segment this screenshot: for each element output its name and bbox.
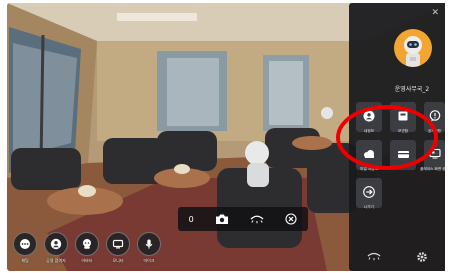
avatar-icon[interactable] — [75, 232, 99, 256]
avatar[interactable] — [394, 29, 432, 67]
tile-exit[interactable]: 나가기 — [356, 178, 382, 209]
camera-control-bar: 0 — [178, 207, 308, 231]
tile-label: 나가기 — [364, 205, 374, 209]
toolbar-label-chat: 채팅 — [21, 258, 29, 263]
participants-icon[interactable] — [44, 232, 68, 256]
toolbar-item-avatar[interactable]: 아바타 — [75, 232, 99, 264]
eye-hide-icon[interactable] — [250, 210, 264, 229]
toolbar-item-monitor[interactable]: 모니터 — [106, 232, 130, 264]
tile-label: 플레이스 화면 공유 — [420, 167, 449, 171]
close-menu-button[interactable]: ✕ — [431, 9, 439, 18]
gear-icon[interactable] — [416, 251, 428, 263]
toolbar-label-avatar: 아바타 — [81, 258, 93, 263]
toolbar-item-chat[interactable]: 채팅 — [13, 232, 37, 264]
exit-icon — [363, 183, 375, 202]
toolbar-item-microphone[interactable]: 마이크 — [137, 232, 161, 264]
toolbar-label-monitor: 모니터 — [112, 258, 124, 263]
camera-icon[interactable] — [215, 210, 229, 229]
toolbar-label-participants: 공명 참여자 — [46, 258, 66, 263]
chat-icon[interactable] — [13, 232, 37, 256]
astronaut-avatar-icon — [404, 36, 422, 67]
menu-footer — [349, 251, 445, 263]
bottom-toolbar: 채팅 공명 참여자 아바타 모니터 마이크 — [13, 232, 161, 264]
user-name: 운영사무국_2 — [394, 86, 430, 93]
toolbar-label-microphone: 마이크 — [143, 258, 155, 263]
microphone-icon[interactable] — [137, 232, 161, 256]
monitor-icon[interactable] — [106, 232, 130, 256]
toolbar-item-participants[interactable]: 공명 참여자 — [44, 232, 68, 264]
eye-hide-icon[interactable] — [367, 251, 381, 263]
capture-count: 0 — [188, 214, 194, 224]
highlight-circle — [336, 105, 438, 170]
close-circle-icon[interactable] — [285, 210, 297, 229]
